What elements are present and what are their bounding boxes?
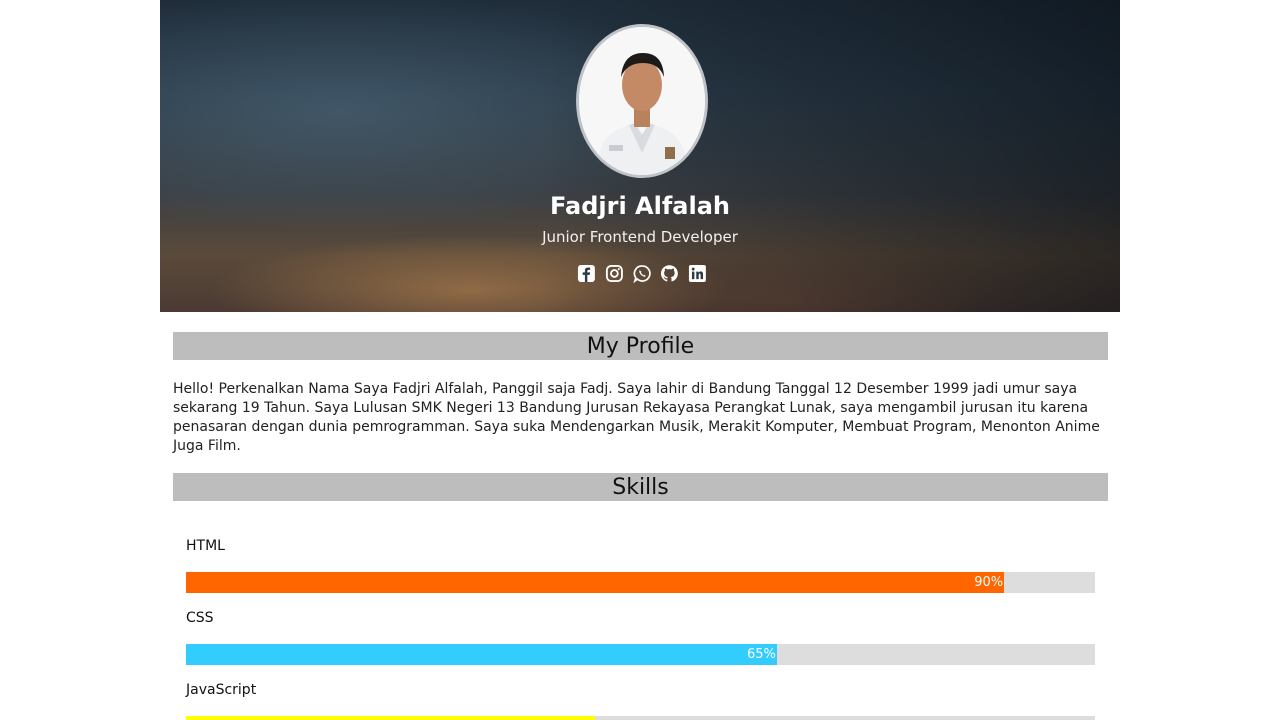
- skill-percent-label: 65%: [746, 647, 776, 662]
- linkedin-icon[interactable]: [688, 264, 707, 283]
- skill-label: CSS: [186, 610, 214, 626]
- profile-title: Junior Frontend Developer: [542, 228, 738, 246]
- skill-label: JavaScript: [186, 682, 257, 698]
- about-text: Hello! Perkenalkan Nama Saya Fadjri Alfa…: [173, 381, 1100, 454]
- avatar-photo: [579, 27, 705, 175]
- skills-section-heading: Skills: [173, 473, 1108, 501]
- skill-progress-fill: 90%: [186, 572, 1005, 593]
- whatsapp-icon[interactable]: [633, 264, 652, 283]
- social-links: [577, 264, 707, 286]
- instagram-icon[interactable]: [605, 264, 624, 283]
- skill-progress-fill: 65%: [186, 644, 777, 665]
- profile-name: Fadjri Alfalah: [550, 192, 730, 220]
- skill-progress-track: [186, 716, 1095, 720]
- skill-progress-fill: [186, 716, 596, 720]
- github-icon[interactable]: [660, 264, 679, 283]
- skill-label: HTML: [186, 538, 225, 554]
- avatar: [576, 24, 708, 178]
- profile-page: Fadjri Alfalah Junior Frontend Developer…: [0, 0, 1280, 720]
- profile-section-heading: My Profile: [173, 332, 1108, 360]
- skill-progress-track: 90%: [186, 572, 1095, 593]
- skill-progress-track: 65%: [186, 644, 1095, 665]
- facebook-icon[interactable]: [577, 264, 596, 283]
- skill-percent-label: 90%: [974, 575, 1004, 590]
